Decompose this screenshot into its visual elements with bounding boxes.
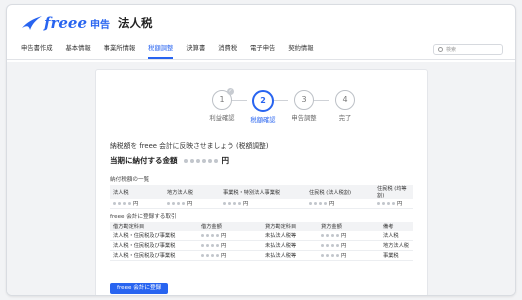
nav-item-financial-statements[interactable]: 決算書 [186,41,205,59]
app-title: 法人税 [118,16,153,30]
column-header: 備考 [380,222,413,231]
table-header-row: 法人税 地方法人税 事業税・特別法人事業税 住民税 (法人税割) 住民税 (均等… [110,185,413,199]
memo: 地方法人税 [380,240,413,251]
content-area: 1 ✓ 利益確認 2 税額確認 3 申告調整 4 完了 納税額を freee 会… [7,62,515,295]
column-header: 法人税 [110,185,164,199]
main-nav: 申告書作成 基本情報 事業所情報 税額調整 決算書 消費税 電子申告 契約情報 … [7,41,515,60]
credit-account: 未払法人税等 [262,250,318,261]
table-row: 法人税・住民税及び事業税 円 未払法人税等 円 事業税 [110,250,413,261]
table-row: 法人税・住民税及び事業税 円 未払法人税等 円 地方法人税 [110,240,413,251]
column-header: 事業税・特別法人事業税 [220,185,306,199]
masked-amount [201,244,219,247]
journal-table: 借方勘定科目 借方金額 貸方勘定科目 貸方金額 備考 法人税・住民税及び事業税 … [110,222,413,261]
step-number: 4 [342,95,348,104]
brand-name: freee [44,14,87,32]
search-placeholder: 検索 [446,47,457,53]
debit-account: 法人税・住民税及び事業税 [110,250,198,261]
column-header: 貸方金額 [318,222,380,231]
table-row: 円 円 円 円 円 [110,199,413,209]
total-unit: 円 [221,156,230,165]
column-header: 住民税 (均等割) [374,185,413,199]
masked-amount [223,202,241,205]
step-label: 完了 [338,115,352,122]
masked-amount [201,234,219,237]
table-header-row: 借方勘定科目 借方金額 貸方勘定科目 貸方金額 備考 [110,222,413,231]
brand-sub: 申告 [90,19,110,31]
app-header: freee 申告 法人税 [7,5,515,41]
total-payment-row: 当期に納付する金額 円 [110,155,229,166]
step-number: 3 [301,95,307,104]
credit-account: 未払法人税等 [262,240,318,251]
nav-item-basic-info[interactable]: 基本情報 [65,41,90,59]
tax-confirm-card: 1 ✓ 利益確認 2 税額確認 3 申告調整 4 完了 納税額を freee 会… [95,69,428,295]
nav-item-shinkokusho[interactable]: 申告書作成 [21,41,52,59]
debit-account: 法人税・住民税及び事業税 [110,240,198,251]
journal-title: freee 会計に登録する取引 [110,214,177,220]
masked-amount [167,202,185,205]
column-header: 貸方勘定科目 [262,222,318,231]
table-row: 法人税・住民税及び事業税 円 未払法人税等 円 法人税 [110,231,413,241]
debit-account: 法人税・住民税及び事業税 [110,231,198,241]
masked-amount [321,244,339,247]
step-4[interactable]: 4 完了 [315,90,375,122]
lead-text: 納税額を freee 会計に反映させましょう (税額調整) [110,142,269,150]
masked-amount [113,202,131,205]
search-icon [438,47,443,52]
tax-list-table: 法人税 地方法人税 事業税・特別法人事業税 住民税 (法人税割) 住民税 (均等… [110,185,413,209]
masked-amount [201,254,219,257]
column-header: 住民税 (法人税割) [306,185,374,199]
masked-amount [309,202,327,205]
nav-item-consumption-tax[interactable]: 消費税 [218,41,237,59]
memo: 法人税 [380,231,413,241]
masked-amount [321,254,339,257]
column-header: 借方勘定科目 [110,222,198,231]
nav-item-e-filing[interactable]: 電子申告 [250,41,275,59]
freee-logo[interactable]: freee 申告 [21,14,110,32]
total-label: 当期に納付する金額 [110,156,178,165]
masked-amount [377,202,395,205]
column-header: 地方法人税 [164,185,220,199]
masked-amount [321,234,339,237]
nav-item-contract-info[interactable]: 契約情報 [288,41,313,59]
nav-item-office-info[interactable]: 事業所情報 [104,41,135,59]
app-window: freee 申告 法人税 申告書作成 基本情報 事業所情報 税額調整 決算書 消… [6,4,516,296]
progress-stepper: 1 ✓ 利益確認 2 税額確認 3 申告調整 4 完了 [96,88,427,130]
masked-amount [183,158,218,163]
tax-list-title: 納付税額の一覧 [110,177,150,183]
column-header: 借方金額 [198,222,262,231]
register-to-freee-button[interactable]: freee 会計に登録 [110,283,169,294]
step-number: 2 [260,96,266,105]
memo: 事業税 [380,250,413,261]
nav-item-tax-adjustment[interactable]: 税額調整 [148,41,174,59]
freee-bird-icon [22,16,42,30]
step-number: 1 [219,95,225,104]
search-input[interactable]: 検索 [433,44,503,55]
credit-account: 未払法人税等 [262,231,318,241]
